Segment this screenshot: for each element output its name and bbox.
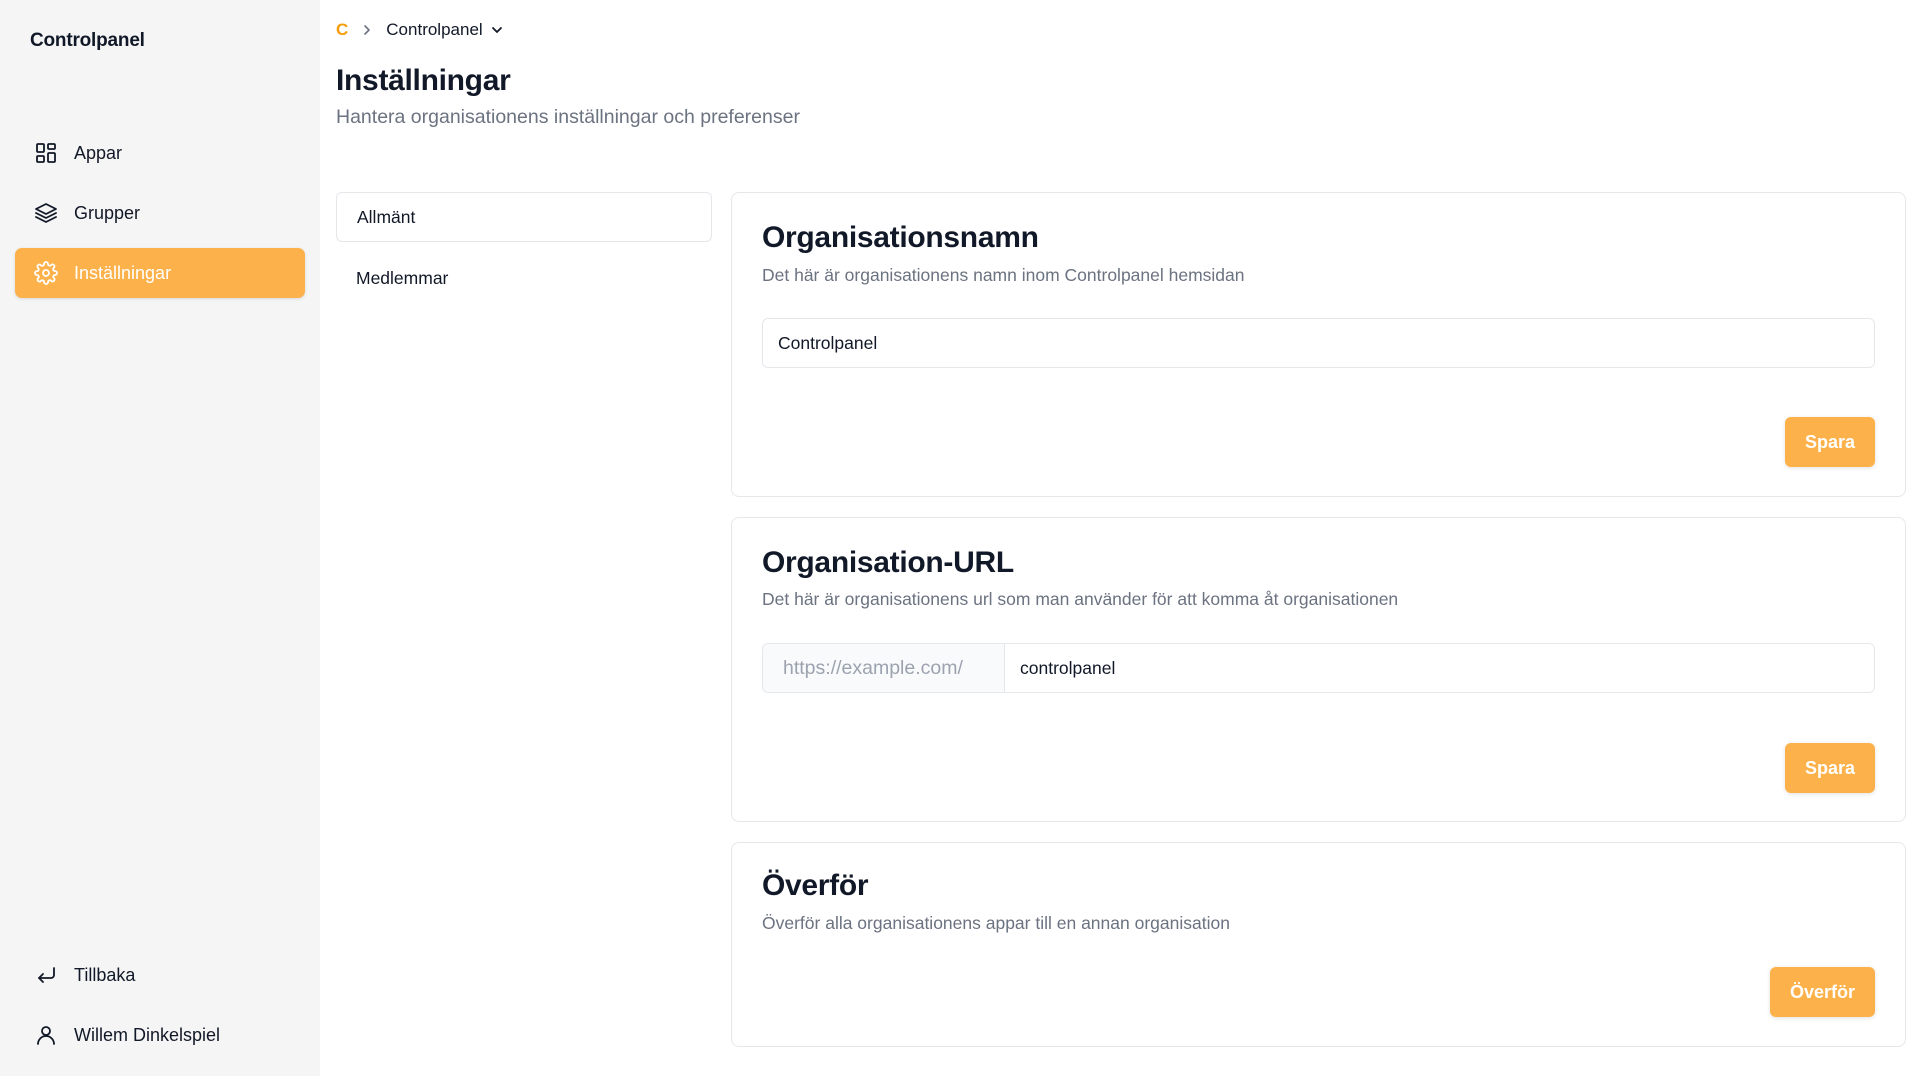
sidebar-item-appar[interactable]: Appar <box>15 128 305 178</box>
sidebar-item-label: Inställningar <box>74 262 172 283</box>
breadcrumb: C Controlpanel <box>336 18 503 42</box>
org-url-card: Organisation-URL Det här är organisation… <box>731 517 1906 822</box>
save-org-url-button[interactable]: Spara <box>1785 743 1875 793</box>
app-logo[interactable]: Controlpanel <box>30 30 145 52</box>
save-org-name-button[interactable]: Spara <box>1785 417 1875 467</box>
org-name-card: Organisationsnamn Det här är organisatio… <box>731 192 1906 497</box>
card-description: Det här är organisationens url som man a… <box>762 589 1399 609</box>
url-prefix: https://example.com/ <box>763 644 1005 692</box>
breadcrumb-home[interactable]: C <box>336 20 348 40</box>
apps-grid-icon <box>34 141 58 165</box>
sidebar-item-user[interactable]: Willem Dinkelspiel <box>15 1010 305 1060</box>
card-title: Organisation-URL <box>762 546 1014 579</box>
return-arrow-icon <box>34 963 58 987</box>
layers-icon <box>34 201 58 225</box>
transfer-button[interactable]: Överför <box>1770 967 1875 1017</box>
card-description: Det här är organisationens namn inom Con… <box>762 265 1245 285</box>
settings-tab-label: Medlemmar <box>356 267 449 288</box>
sidebar: Controlpanel Appar Grupper Inställningar… <box>0 0 320 1076</box>
card-description: Överför alla organisationens appar till … <box>762 913 1230 933</box>
page-title: Inställningar <box>336 64 511 97</box>
sidebar-item-installningar[interactable]: Inställningar <box>15 248 305 298</box>
settings-tab-allmant[interactable]: Allmänt <box>336 192 712 242</box>
settings-tab-label: Allmänt <box>357 206 416 227</box>
sidebar-item-label: Appar <box>74 142 123 163</box>
chevron-right-icon <box>362 24 372 36</box>
page-subtitle: Hantera organisationens inställningar oc… <box>336 106 800 128</box>
org-switcher[interactable]: Controlpanel <box>386 20 502 40</box>
chevron-down-icon <box>491 27 502 33</box>
card-title: Överför <box>762 869 869 902</box>
sidebar-item-grupper[interactable]: Grupper <box>15 188 305 238</box>
card-title: Organisationsnamn <box>762 221 1039 254</box>
gear-icon <box>34 261 58 285</box>
org-switcher-label: Controlpanel <box>386 20 483 39</box>
org-name-input[interactable] <box>762 318 1875 368</box>
user-icon <box>34 1023 58 1047</box>
transfer-card: Överför Överför alla organisationens app… <box>731 842 1906 1047</box>
sidebar-item-label: Tillbaka <box>74 964 136 985</box>
sidebar-item-tillbaka[interactable]: Tillbaka <box>15 950 305 1000</box>
sidebar-item-label: Willem Dinkelspiel <box>74 1024 221 1045</box>
org-url-input[interactable] <box>1005 644 1874 692</box>
sidebar-item-label: Grupper <box>74 202 141 223</box>
org-url-field: https://example.com/ <box>762 643 1875 693</box>
settings-tab-medlemmar[interactable]: Medlemmar <box>336 253 712 303</box>
